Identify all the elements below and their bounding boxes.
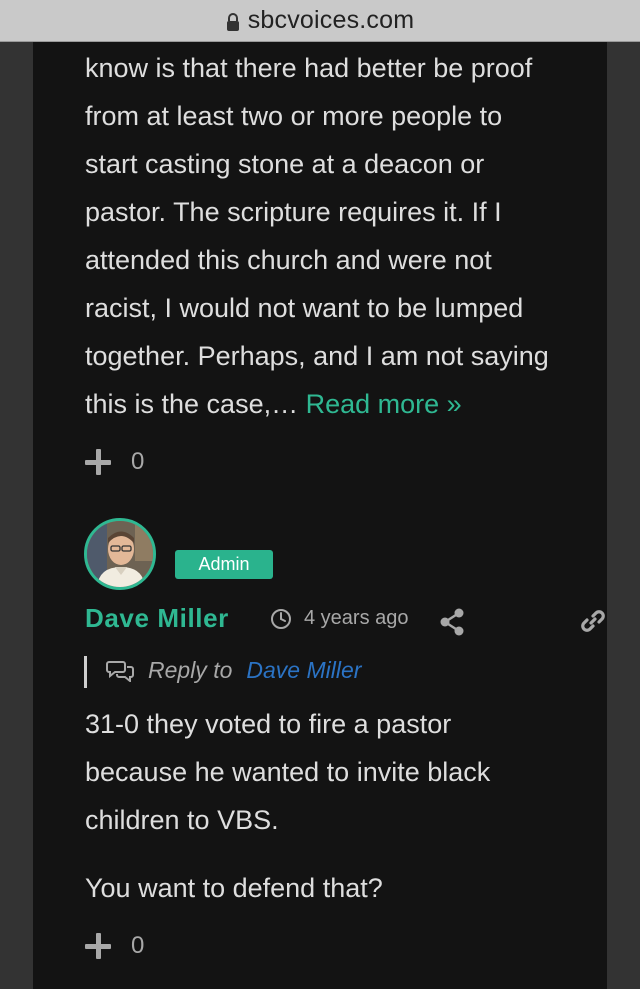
vote-area: 0 bbox=[85, 448, 144, 476]
vote-count: 0 bbox=[131, 448, 145, 475]
comment-line: together. Perhaps, and I am not saying bbox=[85, 341, 549, 371]
comment-timestamp[interactable]: 4 years ago bbox=[270, 607, 409, 630]
comment-line: racist, I would not want to be lumped bbox=[85, 293, 524, 323]
avatar[interactable] bbox=[84, 518, 156, 590]
comment-body: 31-0 they voted to fire a pastor because… bbox=[85, 700, 605, 844]
comment-author[interactable]: Dave Miller bbox=[85, 603, 229, 634]
read-more-link[interactable]: Read more » bbox=[306, 389, 462, 419]
timestamp-text: 4 years ago bbox=[304, 607, 409, 629]
comment-line: this is the case,… Read more » bbox=[85, 380, 605, 428]
comment-line: start casting stone at a deacon or bbox=[85, 149, 485, 179]
browser-address-bar[interactable]: sbcvoices.com bbox=[0, 0, 640, 42]
plus-icon[interactable] bbox=[85, 449, 111, 475]
clock-icon bbox=[271, 608, 291, 629]
comment-line: children to VBS. bbox=[85, 805, 279, 835]
comment-line: because he wanted to invite black bbox=[85, 757, 491, 787]
reply-to-author-link[interactable]: Dave Miller bbox=[246, 657, 361, 684]
vote-count: 0 bbox=[131, 932, 145, 959]
reply-label: Reply to bbox=[148, 657, 233, 683]
plus-icon[interactable] bbox=[85, 933, 111, 959]
vote-area: 0 bbox=[85, 932, 144, 960]
lock-icon bbox=[226, 12, 239, 31]
comment-line-text: this is the case,… bbox=[85, 389, 306, 419]
comment-line: from at least two or more people to bbox=[85, 101, 503, 131]
avatar-photo bbox=[87, 521, 153, 587]
reply-indicator-bar bbox=[84, 656, 87, 688]
url-domain: sbcvoices.com bbox=[247, 6, 415, 34]
comment-line: pastor. The scripture requires it. If I bbox=[85, 197, 502, 227]
reply-to: Reply to Dave Miller bbox=[106, 657, 361, 684]
link-icon[interactable] bbox=[580, 608, 606, 634]
comment-line: know is that there had better be proof bbox=[85, 53, 533, 83]
comment-line: 31-0 they voted to fire a pastor bbox=[85, 709, 452, 739]
share-icon[interactable] bbox=[439, 608, 465, 636]
admin-badge: Admin bbox=[175, 550, 273, 579]
comment-paragraph: You want to defend that? bbox=[85, 873, 383, 903]
comment-line: attended this church and were not bbox=[85, 245, 492, 275]
comment-body: know is that there had better be proof f… bbox=[85, 44, 605, 428]
chat-bubbles-icon bbox=[106, 660, 134, 682]
